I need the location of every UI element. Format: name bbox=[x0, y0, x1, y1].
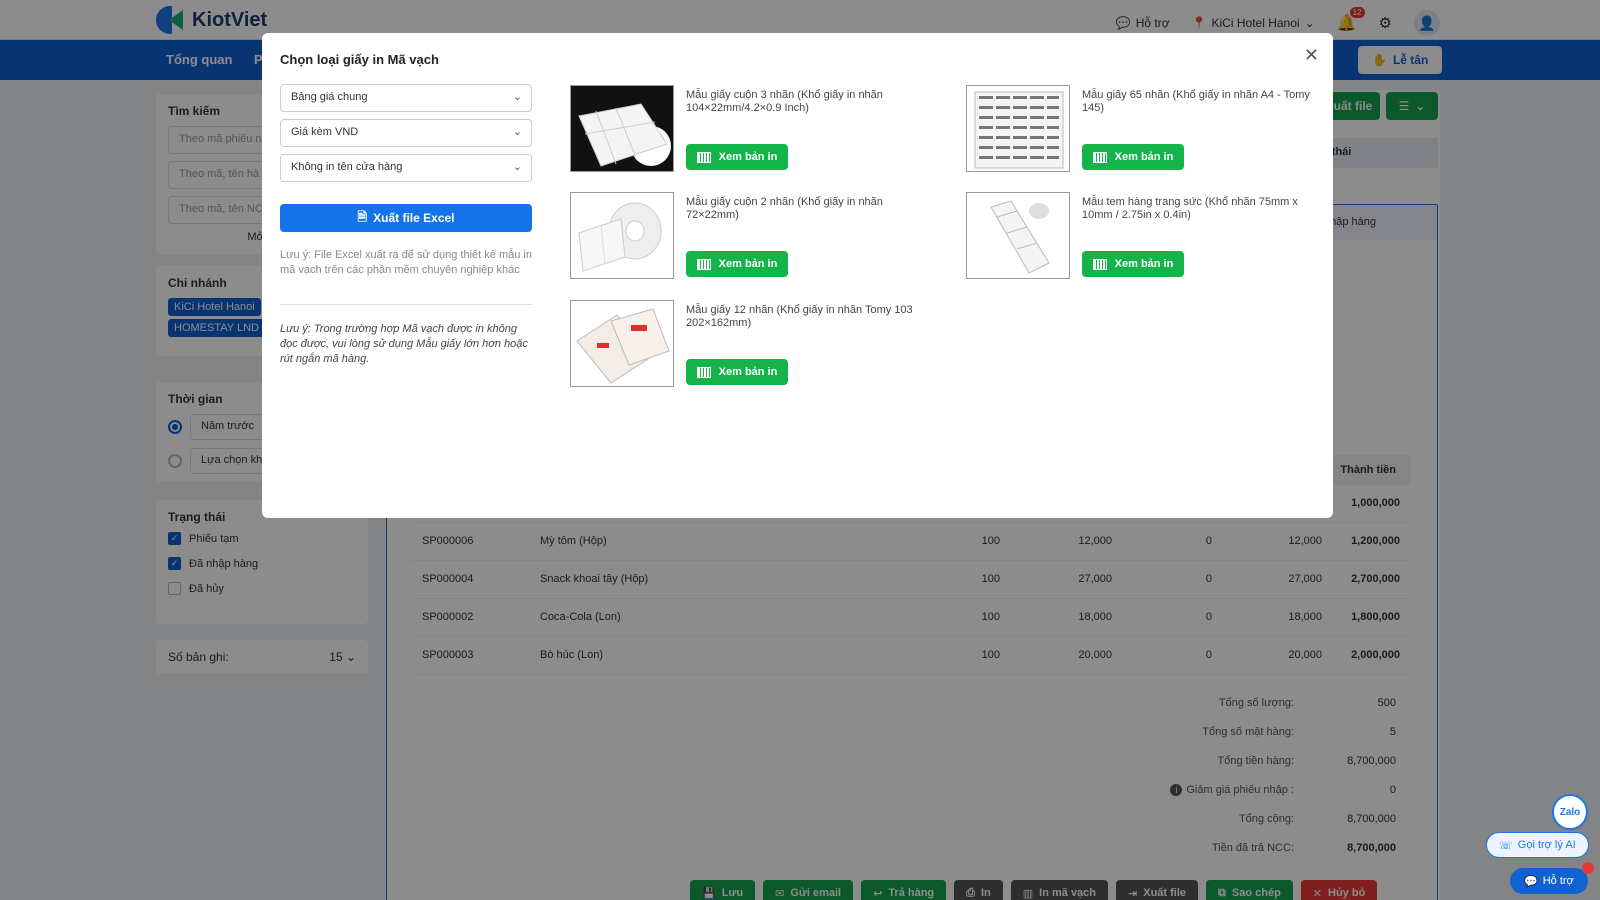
excel-note: Lưu ý: File Excel xuất ra để sử dụng thi… bbox=[280, 249, 532, 276]
ai-assistant-button[interactable]: ☏ Gọi trợ lý AI bbox=[1486, 832, 1589, 858]
chevron-down-icon: ⌄ bbox=[512, 161, 522, 173]
modal-title: Chọn loại giấy in Mã vạch bbox=[280, 52, 439, 67]
chat-icon: 💬 bbox=[1524, 875, 1538, 888]
paper-thumb-jewelry[interactable] bbox=[966, 192, 1070, 279]
paper-desc-roll-2: Mẫu giấy cuộn 2 nhãn (Khổ giấy in nhãn 7… bbox=[686, 196, 883, 221]
paper-desc-tomy-12: Mẫu giấy 12 nhãn (Khổ giấy in nhãn Tomy … bbox=[686, 304, 913, 329]
barcode-paper-modal: Chọn loại giấy in Mã vạch ✕ Bảng giá chu… bbox=[262, 33, 1333, 518]
export-excel-button[interactable]: 🗎 Xuất file Excel bbox=[280, 204, 532, 232]
paper-desc-jewelry: Mẫu tem hàng trang sức (Khổ nhãn 75mm x … bbox=[1082, 196, 1298, 221]
notification-dot bbox=[1582, 862, 1594, 874]
barcode-icon bbox=[1092, 151, 1107, 163]
barcode-note: Lưu ý: Trong trường hợp Mã vạch được in … bbox=[280, 323, 528, 365]
chevron-down-icon: ⌄ bbox=[512, 126, 522, 138]
store-name-select[interactable]: Không in tên cửa hàng ⌄ bbox=[280, 154, 532, 182]
file-icon: 🗎 bbox=[357, 209, 368, 224]
paper-desc-a4-65: Mẫu giấy 65 nhãn (Khổ giấy in nhãn A4 - … bbox=[1082, 89, 1310, 114]
barcode-icon bbox=[696, 151, 711, 163]
currency-select[interactable]: Giá kèm VND ⌄ bbox=[280, 119, 532, 147]
price-list-select[interactable]: Bảng giá chung ⌄ bbox=[280, 84, 532, 112]
barcode-icon bbox=[696, 258, 711, 270]
support-chat-button[interactable]: 💬 Hỗ trợ bbox=[1510, 868, 1588, 894]
divider bbox=[280, 304, 532, 305]
view-print-button-2[interactable]: Xem bản in bbox=[1082, 144, 1184, 170]
paper-thumb-tomy-12[interactable] bbox=[570, 300, 674, 387]
paper-thumb-roll-3[interactable] bbox=[570, 85, 674, 172]
paper-thumb-roll-2[interactable] bbox=[570, 192, 674, 279]
paper-thumb-a4-65[interactable] bbox=[966, 85, 1070, 172]
close-icon[interactable]: ✕ bbox=[1304, 45, 1319, 66]
paper-desc-roll-3: Mẫu giấy cuộn 3 nhãn (Khổ giấy in nhãn 1… bbox=[686, 89, 883, 114]
barcode-icon bbox=[696, 366, 711, 378]
view-print-button-1[interactable]: Xem bản in bbox=[686, 144, 788, 170]
zalo-button[interactable]: Zalo bbox=[1552, 794, 1588, 830]
chevron-down-icon: ⌄ bbox=[512, 91, 522, 103]
view-print-button-4[interactable]: Xem bản in bbox=[1082, 251, 1184, 277]
phone-icon: ☏ bbox=[1499, 839, 1513, 852]
view-print-button-5[interactable]: Xem bản in bbox=[686, 359, 788, 385]
barcode-icon bbox=[1092, 258, 1107, 270]
view-print-button-3[interactable]: Xem bản in bbox=[686, 251, 788, 277]
